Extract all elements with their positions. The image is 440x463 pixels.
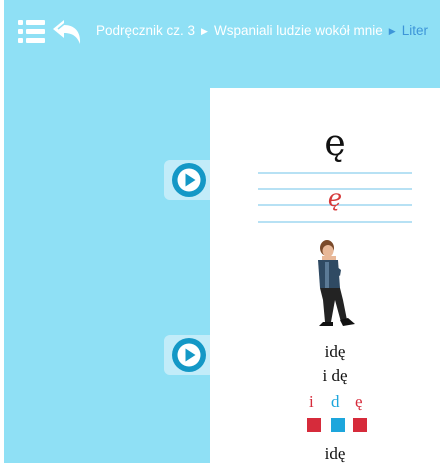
back-arrow-icon[interactable] <box>52 19 82 45</box>
breadcrumb-item-podrecznik[interactable]: Podręcznik cz. 3 <box>96 23 195 38</box>
letter-d: d <box>331 392 340 411</box>
top-bar: Podręcznik cz. 3 ▶ Wspaniali ludzie wokół … <box>4 0 440 64</box>
boy-walking-illustration <box>318 240 355 326</box>
printed-letter: ę <box>324 123 346 164</box>
breadcrumb-separator-icon: ▶ <box>201 26 208 36</box>
breadcrumb-separator-icon: ▶ <box>388 26 396 36</box>
breadcrumb-item-litery[interactable]: Liter <box>402 23 428 38</box>
app-window: Podręcznik cz. 3 ▶ Wspaniali ludzie wokół … <box>4 0 440 463</box>
play-icon <box>172 338 206 372</box>
vowel-square-marker <box>307 418 321 432</box>
letter-i: i <box>309 392 314 411</box>
handwritten-letter: ę <box>327 184 343 212</box>
breadcrumb: Podręcznik cz. 3 ▶ Wspaniali ludzie wokół … <box>96 23 440 38</box>
letter-e-ogonek: ę <box>355 392 363 411</box>
word-split: i dę <box>322 366 348 385</box>
play-audio-button[interactable] <box>164 160 210 200</box>
play-icon <box>172 163 206 197</box>
consonant-square-marker <box>331 418 345 432</box>
vowel-square-marker <box>353 418 367 432</box>
breadcrumb-item-wspaniali-ludzie[interactable]: Wspaniali ludzie wokół mnie <box>214 23 383 38</box>
word-ide-repeat: idę <box>324 444 346 463</box>
lesson-page: ę ę idę i dę i d ę idę <box>210 88 440 463</box>
word-ide: idę <box>324 342 346 361</box>
play-audio-button[interactable] <box>164 335 210 375</box>
list-menu-icon[interactable] <box>18 19 48 45</box>
